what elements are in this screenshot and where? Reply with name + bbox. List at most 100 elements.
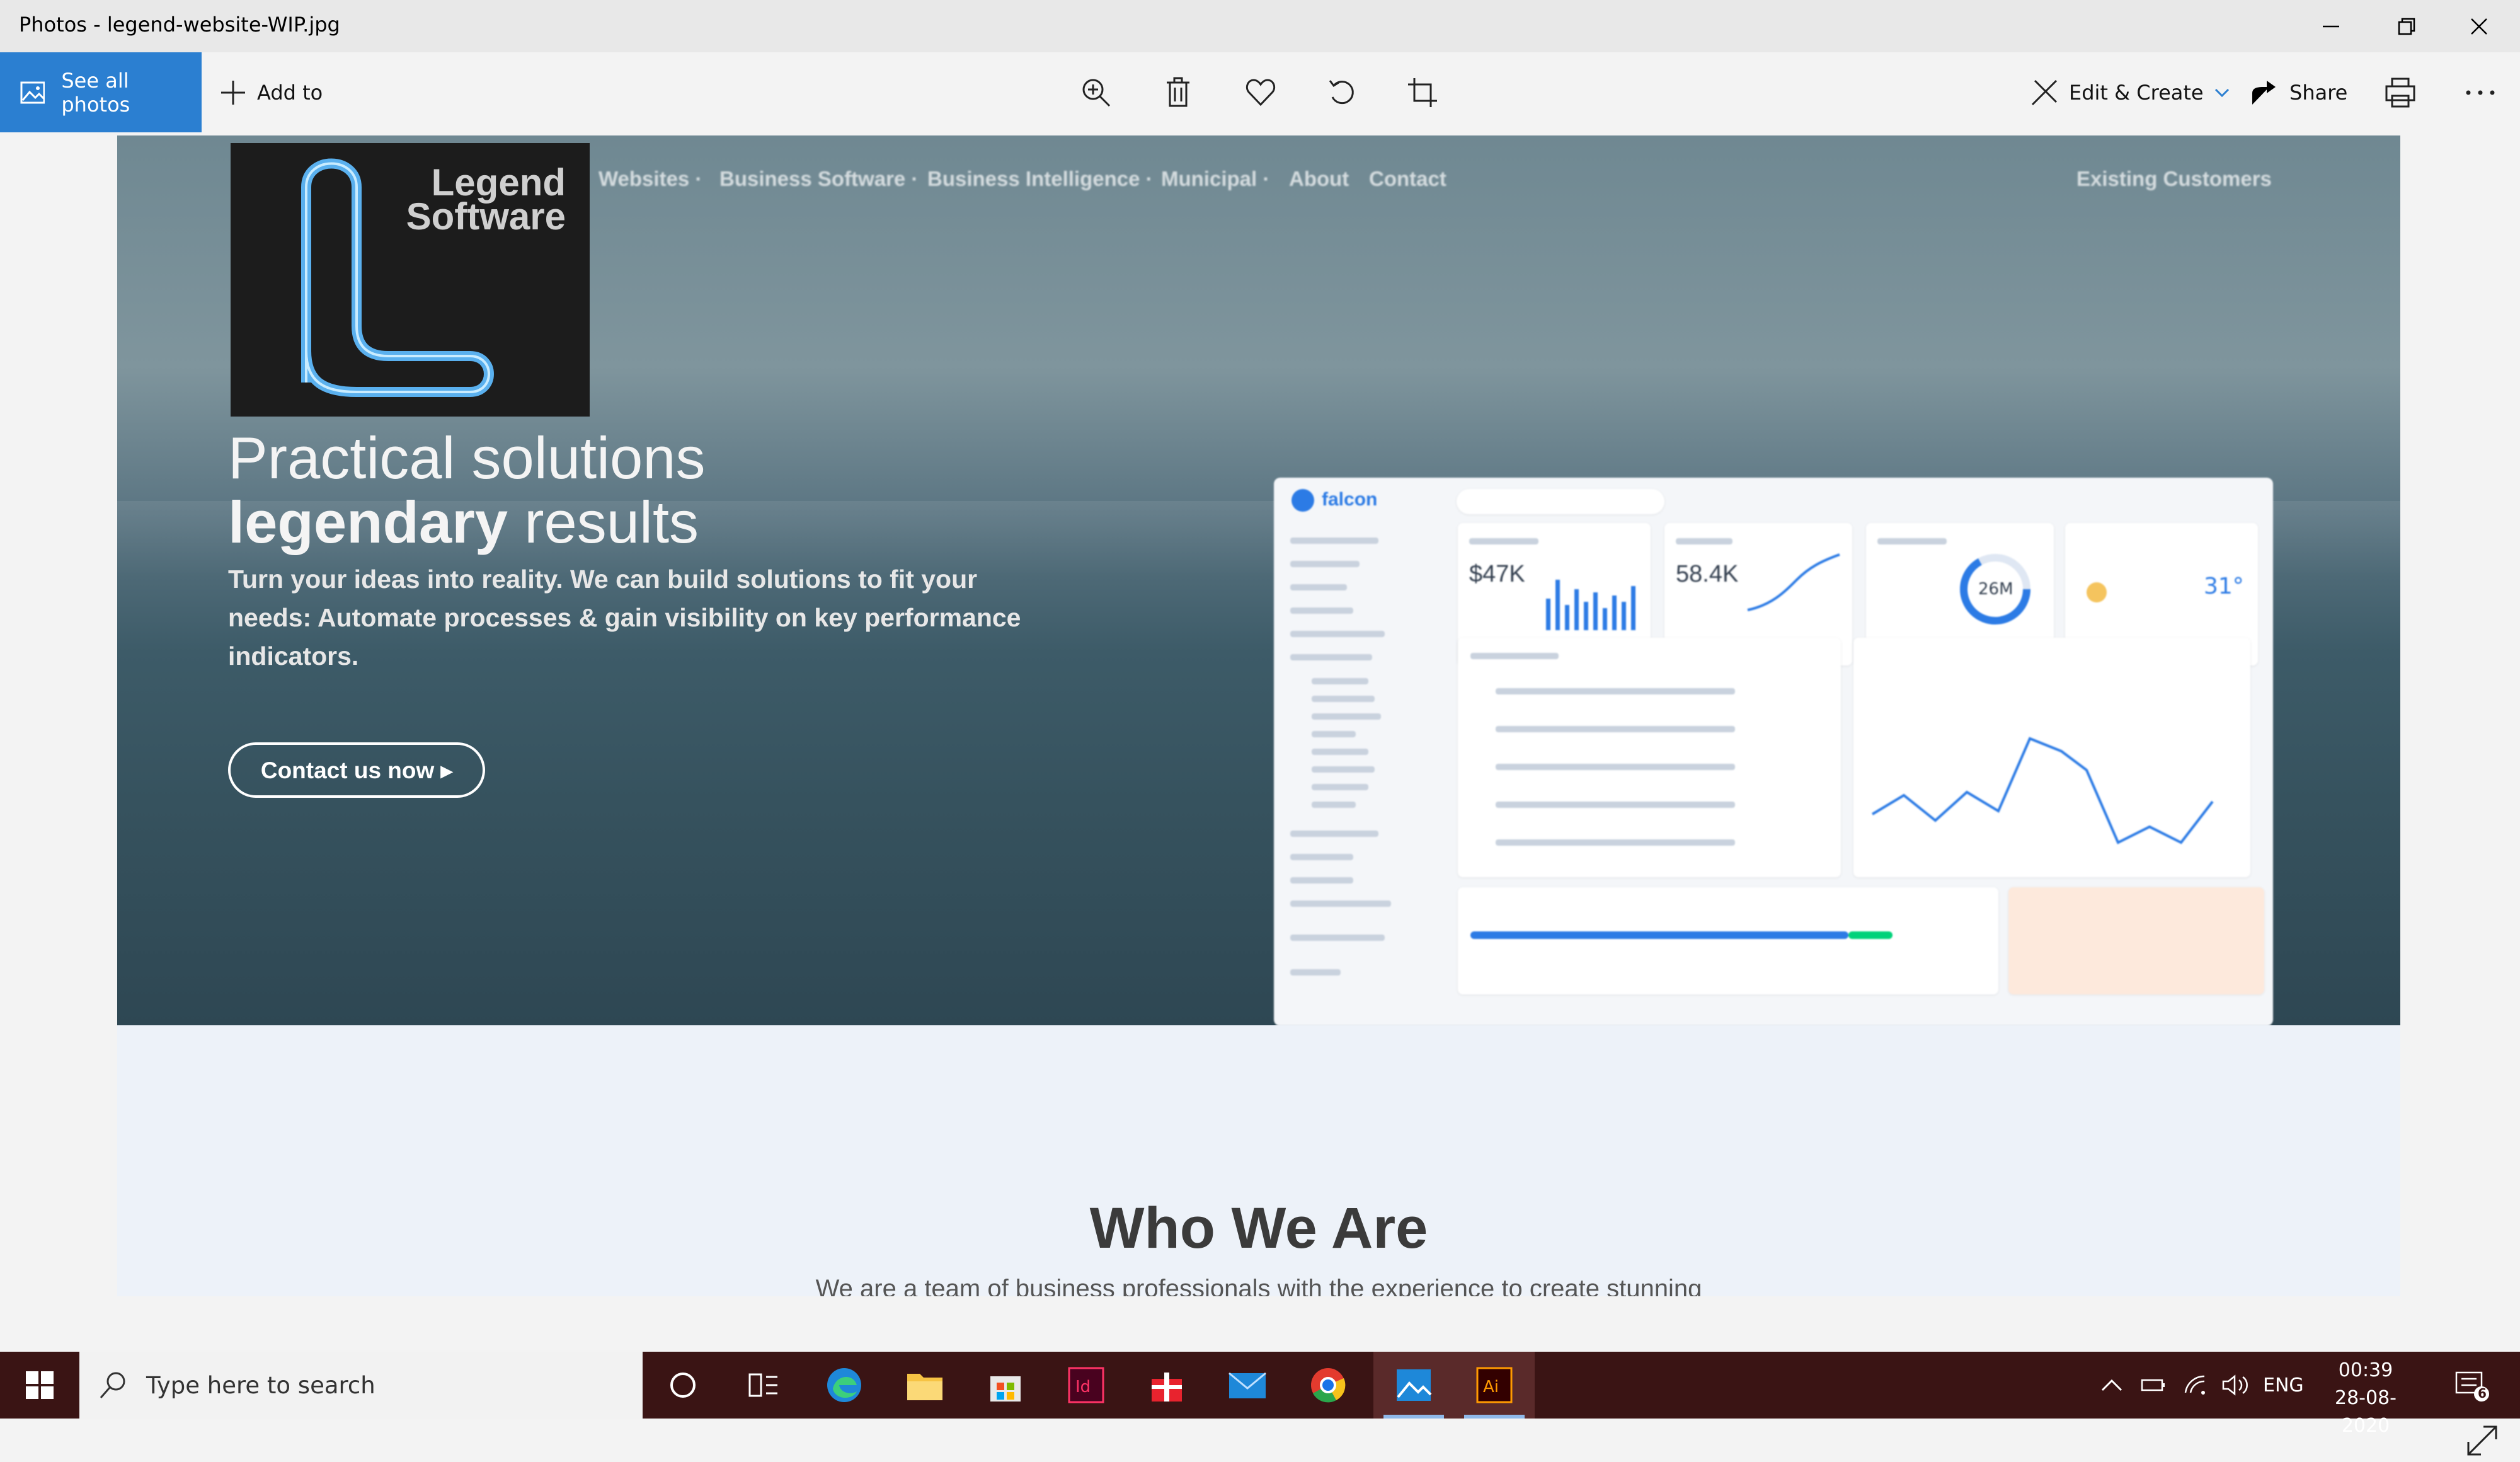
sidebar-line <box>1290 631 1385 637</box>
hero-headline-line1: Practical solutions <box>228 425 706 491</box>
favorite-button[interactable] <box>1245 52 1276 132</box>
add-to-button[interactable]: Add to <box>219 52 323 132</box>
project-row <box>1496 802 1735 808</box>
gift-icon <box>1152 1373 1182 1402</box>
zoom-in-icon <box>1082 79 1111 106</box>
cortana-button[interactable] <box>643 1352 723 1419</box>
network-indicator[interactable] <box>2183 1352 2208 1419</box>
sidebar-line <box>1290 561 1360 567</box>
hero-headline-line2: legendary results <box>228 488 699 556</box>
project-row <box>1496 764 1735 770</box>
search-icon <box>100 1372 125 1398</box>
weekly-sales-value: $47K <box>1469 561 1525 587</box>
restore-icon <box>2398 18 2415 35</box>
windows-icon <box>26 1371 54 1399</box>
taskbar-edge[interactable] <box>804 1352 885 1419</box>
crop-button[interactable] <box>1407 52 1438 132</box>
taskbar-file-explorer[interactable] <box>885 1352 965 1419</box>
taskbar-mail[interactable] <box>1207 1352 1288 1419</box>
headline-rest: results <box>508 489 699 555</box>
logo-text: Legend Software <box>406 164 566 236</box>
delete-button[interactable] <box>1164 52 1192 132</box>
share-icon <box>2252 80 2276 105</box>
add-to-label: Add to <box>257 80 323 105</box>
print-button[interactable] <box>2385 52 2416 132</box>
project-row <box>1496 726 1735 732</box>
sidebar-line <box>1312 784 1368 790</box>
minimize-button[interactable] <box>2290 0 2372 52</box>
sidebar-line <box>1312 713 1381 720</box>
edit-create-button[interactable]: Edit & Create <box>2030 52 2230 132</box>
sidebar-line <box>1290 854 1353 860</box>
sidebar-line <box>1312 749 1368 755</box>
sidebar-line <box>1290 654 1372 660</box>
chevron-up-icon <box>2101 1379 2122 1391</box>
minimize-icon <box>2323 25 2339 27</box>
more-icon <box>2466 90 2495 95</box>
nav-contact: Contact <box>1369 167 1446 190</box>
trash-icon <box>1167 77 1189 106</box>
taskbar-chrome[interactable] <box>1288 1352 1368 1419</box>
battery-indicator[interactable] <box>2141 1352 2166 1419</box>
storage-bar-free <box>1848 931 1893 939</box>
photos-app-icon <box>1397 1369 1432 1401</box>
printer-icon <box>2385 78 2415 107</box>
photos-icon <box>20 81 45 103</box>
total-order-value: 58.4K <box>1676 561 1739 587</box>
store-icon <box>990 1376 1021 1402</box>
more-options-button[interactable] <box>2465 52 2496 132</box>
sun-icon <box>2087 582 2107 602</box>
sidebar-line <box>1290 901 1391 907</box>
dashboard-sidebar: falcon <box>1274 478 1457 1026</box>
chevron-down-icon <box>2214 88 2229 97</box>
taskbar-gift-app[interactable] <box>1126 1352 1207 1419</box>
rotate-button[interactable] <box>1326 52 1358 132</box>
legend-software-logo: Legend Software <box>231 143 590 417</box>
nav-business-software: Business Software · <box>719 167 919 190</box>
sidebar-line <box>1290 607 1353 614</box>
nav-municipal: Municipal · <box>1161 167 1270 190</box>
see-all-photos-button[interactable]: See all photos <box>0 52 202 132</box>
who-we-are-section: Who We Are We are a team of business pro… <box>117 1025 2400 1296</box>
headline-bold: legendary <box>228 489 508 555</box>
edge-icon <box>827 1368 861 1402</box>
storage-card <box>1458 887 1998 994</box>
volume-indicator[interactable] <box>2222 1352 2251 1419</box>
taskbar-illustrator[interactable]: Ai <box>1454 1352 1535 1419</box>
close-icon <box>2471 18 2487 35</box>
system-clock[interactable]: 00:39 28-08-2020 <box>2318 1357 2413 1440</box>
expand-icon <box>2467 1425 2497 1456</box>
share-label: Share <box>2289 80 2348 105</box>
heart-icon <box>1246 78 1276 106</box>
taskbar-store[interactable] <box>965 1352 1046 1419</box>
total-sales-line-chart <box>1871 737 2214 844</box>
title-bar: Photos - legend-website-WIP.jpg <box>0 0 2520 52</box>
zoom-button[interactable] <box>1080 52 1112 132</box>
line-sparkline <box>1747 553 1840 611</box>
taskbar-indesign[interactable]: Id <box>1046 1352 1126 1419</box>
hero-subtext: Turn your ideas into reality. We can bui… <box>228 565 1021 671</box>
svg-text:Id: Id <box>1075 1378 1091 1396</box>
nav-existing-customers: Existing Customers <box>2076 167 2272 190</box>
task-view-button[interactable] <box>723 1352 804 1419</box>
photo-viewer[interactable]: Legend Software Websites · Business Soft… <box>0 132 2520 1456</box>
share-button[interactable]: Share <box>2250 52 2347 132</box>
sidebar-line <box>1312 678 1368 684</box>
start-button[interactable] <box>0 1352 79 1419</box>
running-out-card <box>2008 887 2264 994</box>
taskbar-search-box[interactable]: Type here to search <box>79 1352 643 1419</box>
nav-websites: Websites · <box>598 167 702 190</box>
sidebar-line <box>1290 935 1385 941</box>
card-label <box>1470 653 1559 659</box>
action-center-button[interactable]: 6 <box>2454 1352 2492 1419</box>
restore-button[interactable] <box>2366 0 2448 52</box>
full-screen-button[interactable] <box>2463 1422 2501 1462</box>
close-button[interactable] <box>2438 0 2520 52</box>
show-hidden-icons[interactable] <box>2100 1352 2123 1419</box>
taskbar-photos[interactable] <box>1373 1352 1454 1419</box>
storage-bar <box>1470 931 1848 939</box>
input-language[interactable]: ENG <box>2263 1352 2304 1419</box>
photos-toolbar: See all photos Add to Edit & Create Shar… <box>0 52 2520 132</box>
contact-us-button: Contact us now ▸ <box>228 742 485 798</box>
project-row <box>1496 688 1735 694</box>
